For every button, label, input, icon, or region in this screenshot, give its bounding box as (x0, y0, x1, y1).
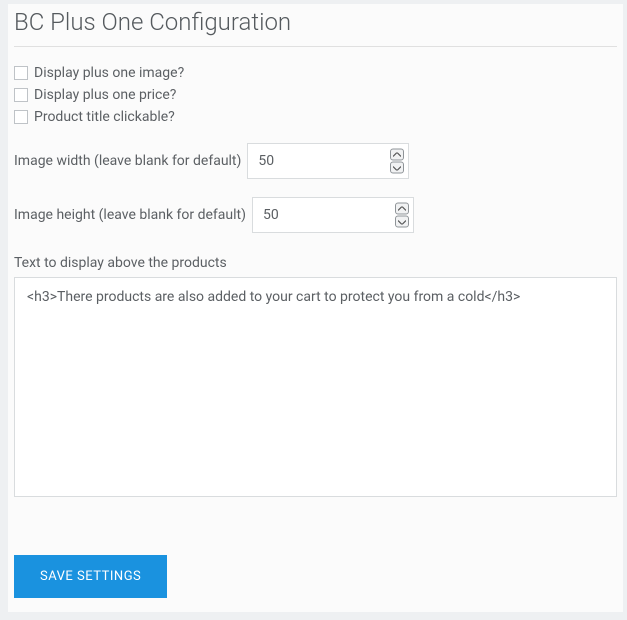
image-height-row: Image height (leave blank for default) (14, 197, 617, 233)
checkbox-display-image[interactable] (14, 66, 28, 80)
checkbox-label: Display plus one image? (34, 65, 184, 81)
chevron-down-icon (393, 165, 401, 170)
image-height-input-wrap (252, 197, 414, 233)
image-width-input[interactable] (248, 145, 378, 177)
image-width-label: Image width (leave blank for default) (14, 153, 241, 169)
checkbox-label: Product title clickable? (34, 109, 175, 125)
height-step-down[interactable] (395, 216, 409, 228)
image-width-input-wrap (247, 143, 409, 179)
divider (14, 46, 617, 47)
checkbox-display-price[interactable] (14, 88, 28, 102)
height-spinner (395, 203, 409, 228)
checkbox-row-display-image: Display plus one image? (14, 65, 617, 81)
checkbox-title-clickable[interactable] (14, 110, 28, 124)
form-content: Display plus one image? Display plus one… (8, 65, 623, 501)
config-panel: BC Plus One Configuration Display plus o… (8, 4, 623, 612)
height-step-up[interactable] (395, 203, 409, 215)
width-step-down[interactable] (390, 162, 404, 174)
text-above-textarea[interactable] (14, 277, 617, 497)
image-height-label: Image height (leave blank for default) (14, 207, 246, 223)
checkbox-row-display-price: Display plus one price? (14, 87, 617, 103)
text-above-label: Text to display above the products (14, 255, 617, 271)
width-spinner (390, 149, 404, 174)
chevron-down-icon (398, 219, 406, 224)
chevron-up-icon (398, 206, 406, 211)
image-width-row: Image width (leave blank for default) (14, 143, 617, 179)
image-height-input[interactable] (253, 199, 383, 231)
page-title: BC Plus One Configuration (8, 4, 623, 46)
checkbox-row-title-clickable: Product title clickable? (14, 109, 617, 125)
checkbox-label: Display plus one price? (34, 87, 176, 103)
width-step-up[interactable] (390, 149, 404, 161)
save-settings-button[interactable]: SAVE SETTINGS (14, 555, 167, 598)
chevron-up-icon (393, 152, 401, 157)
